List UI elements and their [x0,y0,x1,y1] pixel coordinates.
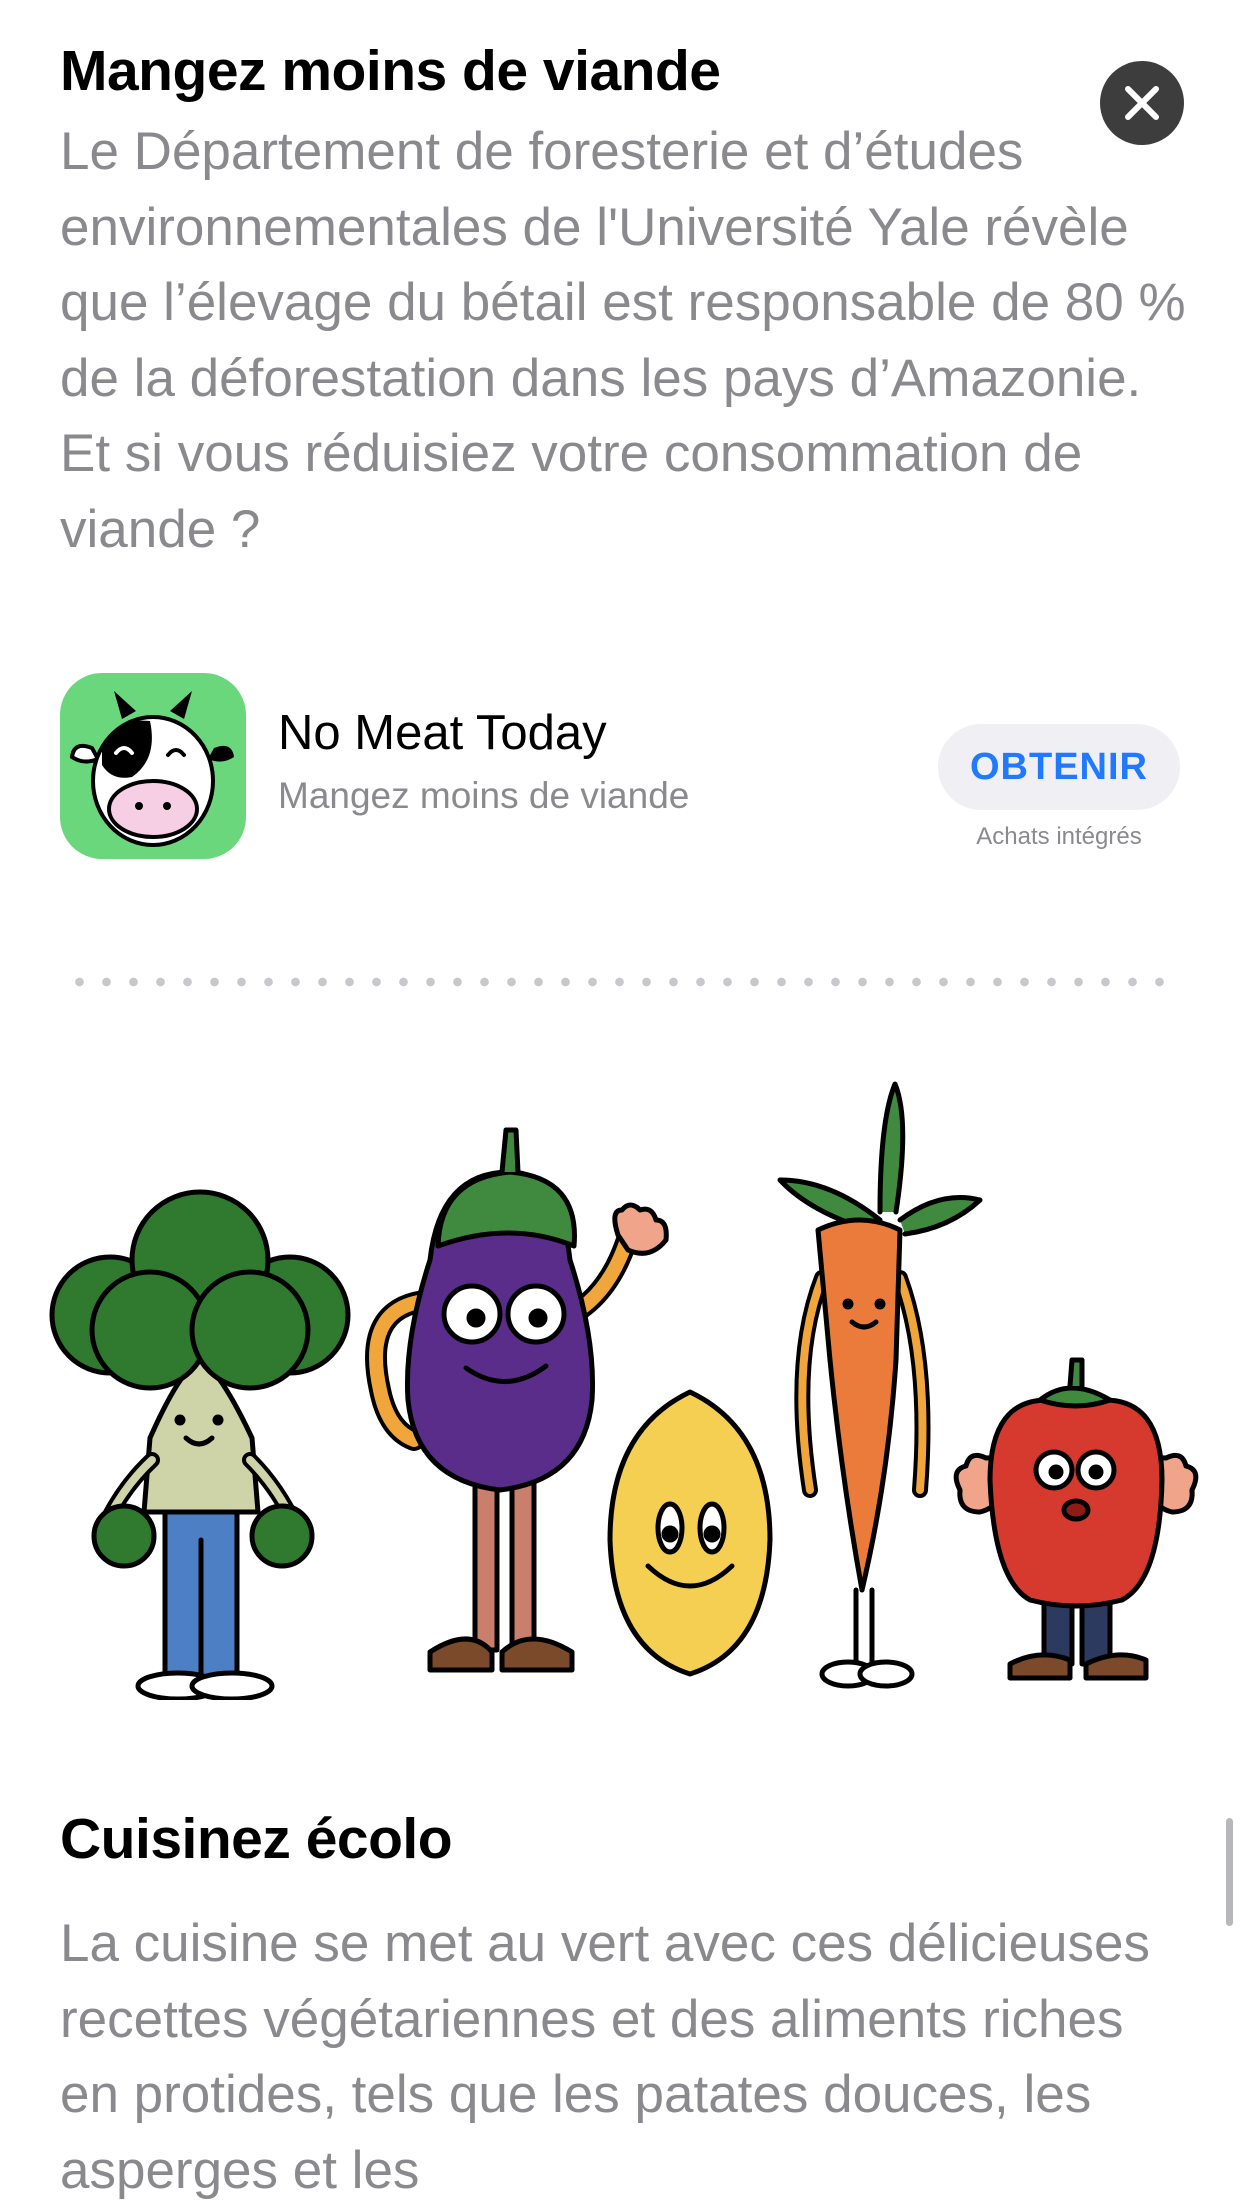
section-body-2: La cuisine se met au vert avec ces délic… [60,1914,1150,2200]
lemon-character [607,1389,773,1677]
close-button[interactable] [1100,61,1184,145]
app-icon[interactable] [60,673,246,859]
broccoli-character [49,1189,351,1700]
vegetable-characters-illustration [49,1081,1199,1700]
scrollbar[interactable] [1226,1818,1233,1926]
get-button[interactable]: OBTENIR [938,724,1180,810]
carrot-character [777,1081,983,1689]
cow-face-icon [69,691,234,847]
section-title-2: Cuisinez écolo [60,1807,453,1871]
section-title: Mangez moins de viande [60,39,721,103]
dotted-divider [66,977,1176,987]
bell-pepper-character [953,1357,1199,1681]
app-name[interactable]: No Meat Today [278,705,607,761]
in-app-purchases-label: Achats intégrés [976,823,1142,850]
close-icon [1125,86,1159,120]
app-subtitle: Mangez moins de viande [278,775,690,816]
section-body: Le Département de foresterie et d’études… [60,122,1186,559]
